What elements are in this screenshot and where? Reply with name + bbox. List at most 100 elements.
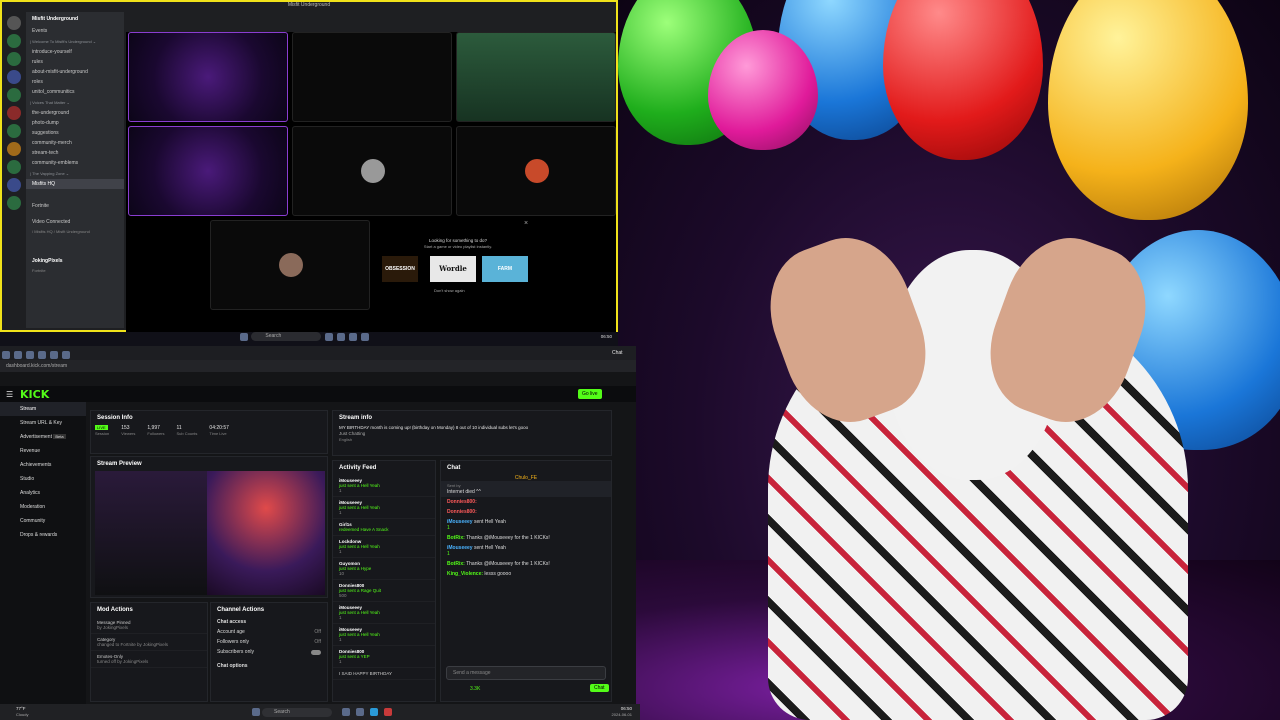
close-icon[interactable]: × [524,220,528,227]
chat-text: Thanks @iMouseeey for the 1 KICKs! [466,535,550,541]
nav-stream[interactable]: Stream [0,402,86,416]
menu-icon[interactable]: ☰ [6,390,13,399]
app-icon[interactable] [348,332,357,341]
server-name[interactable]: Misfit Underground [26,12,124,26]
chat-user[interactable]: BotRix: [447,535,465,541]
setting-row[interactable]: Account age Off [211,627,327,637]
nav-stream-url[interactable]: Stream URL & Key [0,416,86,430]
stat-label: Followers [147,431,165,436]
server-icon[interactable] [7,178,21,192]
tab-icon[interactable] [38,350,46,359]
video-tile[interactable] [128,32,288,122]
channel-item[interactable]: the-underground [26,108,124,118]
webcam-scene [618,0,1280,720]
server-icon[interactable] [7,52,21,66]
video-tile[interactable] [292,32,452,122]
nav-drops[interactable]: Drops & rewards [0,528,86,542]
video-tile[interactable] [128,126,288,216]
go-live-button[interactable]: Go live [578,389,602,399]
windows-icon[interactable] [252,708,260,716]
channel-item[interactable]: stream-tech [26,148,124,158]
feed-count: 10 [339,571,345,576]
dont-show-checkbox[interactable]: Don't show again [434,288,465,293]
stat-label: Viewers [121,431,136,436]
app-icon[interactable] [342,708,350,716]
voice-channel[interactable]: Misfits HQ [26,179,124,189]
server-icon[interactable] [7,106,21,120]
server-icon[interactable] [7,70,21,84]
category[interactable]: | The Vapping Zone ⌄ [26,168,124,179]
server-icon[interactable] [7,34,21,48]
panel-title: Activity Feed [339,465,377,471]
nav-achievements[interactable]: Achievements [0,458,86,472]
chat-user[interactable]: Donnies800: [447,499,477,505]
channel-item[interactable]: rules [26,57,124,67]
activity-game[interactable]: FARM [482,256,528,282]
video-tile[interactable] [292,126,452,216]
kick-logo[interactable]: KICK [20,388,49,401]
toggle[interactable] [311,650,321,655]
nav-analytics[interactable]: Analytics [0,486,86,500]
channel-item[interactable]: roles [26,77,124,87]
discord-window: Misfit Underground Misfit Underground Ev… [0,0,618,332]
chat-input[interactable]: Send a message [446,666,606,680]
windows-icon[interactable] [240,332,248,341]
app-icon[interactable] [336,332,345,341]
channel-events[interactable]: Events [26,26,124,36]
category[interactable]: | Voices That Matter ⌄ [26,97,124,108]
taskbar-upper: Search 06:50 [0,332,618,346]
tab-icon[interactable] [62,350,70,359]
weather[interactable]: 77°F [16,706,26,711]
nav-revenue[interactable]: Revenue [0,444,86,458]
server-icon[interactable] [7,88,21,102]
chat-text: lesss goooo [484,571,512,577]
category[interactable]: | Welcome To Misfit's Underground ⌄ [26,36,124,47]
chat-user[interactable]: iMouseeey [447,519,473,525]
tab-chat[interactable]: Chat [612,350,623,356]
tab-icon[interactable] [14,350,22,359]
chat-user[interactable]: King_Violence: [447,571,483,577]
tab-icon[interactable] [26,350,34,359]
user-name[interactable]: JokingPixels [26,256,124,266]
nav-moderation[interactable]: Moderation [0,500,86,514]
activity-game[interactable]: Wordle [430,256,476,282]
app-icon[interactable] [360,332,369,341]
chat-user[interactable]: Donnies800: [447,509,477,515]
taskbar-search[interactable]: Search [251,332,322,341]
channel-item[interactable]: unitol_communitics [26,87,124,97]
server-icon[interactable] [7,160,21,174]
activity-game[interactable]: OBSESSION [382,256,418,282]
chat-user[interactable]: iMouseeey [447,545,473,551]
nav-community[interactable]: Community [0,514,86,528]
channel-item[interactable]: community-emblems [26,158,124,168]
channel-item[interactable]: photo-dump [26,118,124,128]
server-icon[interactable] [7,196,21,210]
channel-item[interactable]: community-merch [26,138,124,148]
app-icon[interactable] [324,332,333,341]
address-bar[interactable]: dashboard.kick.com/stream [0,360,636,372]
nav-studio[interactable]: Studio [0,472,86,486]
taskbar-search[interactable]: Search [262,708,332,717]
server-icon[interactable] [7,16,21,30]
setting-row[interactable]: Followers only Off [211,637,327,647]
browser-icon[interactable] [370,708,378,716]
channel-item[interactable]: suggestions [26,128,124,138]
nav-advertisement[interactable]: Advertisement Beta [0,430,86,444]
video-tile[interactable] [210,220,370,310]
video-tile[interactable] [456,32,616,122]
setting-row[interactable]: Subscribers only [211,647,327,657]
app-icon[interactable] [384,708,392,716]
feed-item: iMouseeey just sent a Hell Yeah 1 [333,497,435,519]
chat-user[interactable]: BotRix: [447,561,465,567]
app-icon[interactable] [356,708,364,716]
channel-item[interactable]: introduce-yourself [26,47,124,57]
tab-icon[interactable] [50,350,58,359]
chat-send-button[interactable]: Chat [590,684,609,692]
video-tile[interactable] [456,126,616,216]
channel-fortnite[interactable]: Fortnite [26,201,124,211]
server-icon[interactable] [7,142,21,156]
live-sub: Session [95,431,110,436]
server-icon[interactable] [7,124,21,138]
tab-icon[interactable] [2,350,10,359]
channel-item[interactable]: about-misfit-underground [26,67,124,77]
